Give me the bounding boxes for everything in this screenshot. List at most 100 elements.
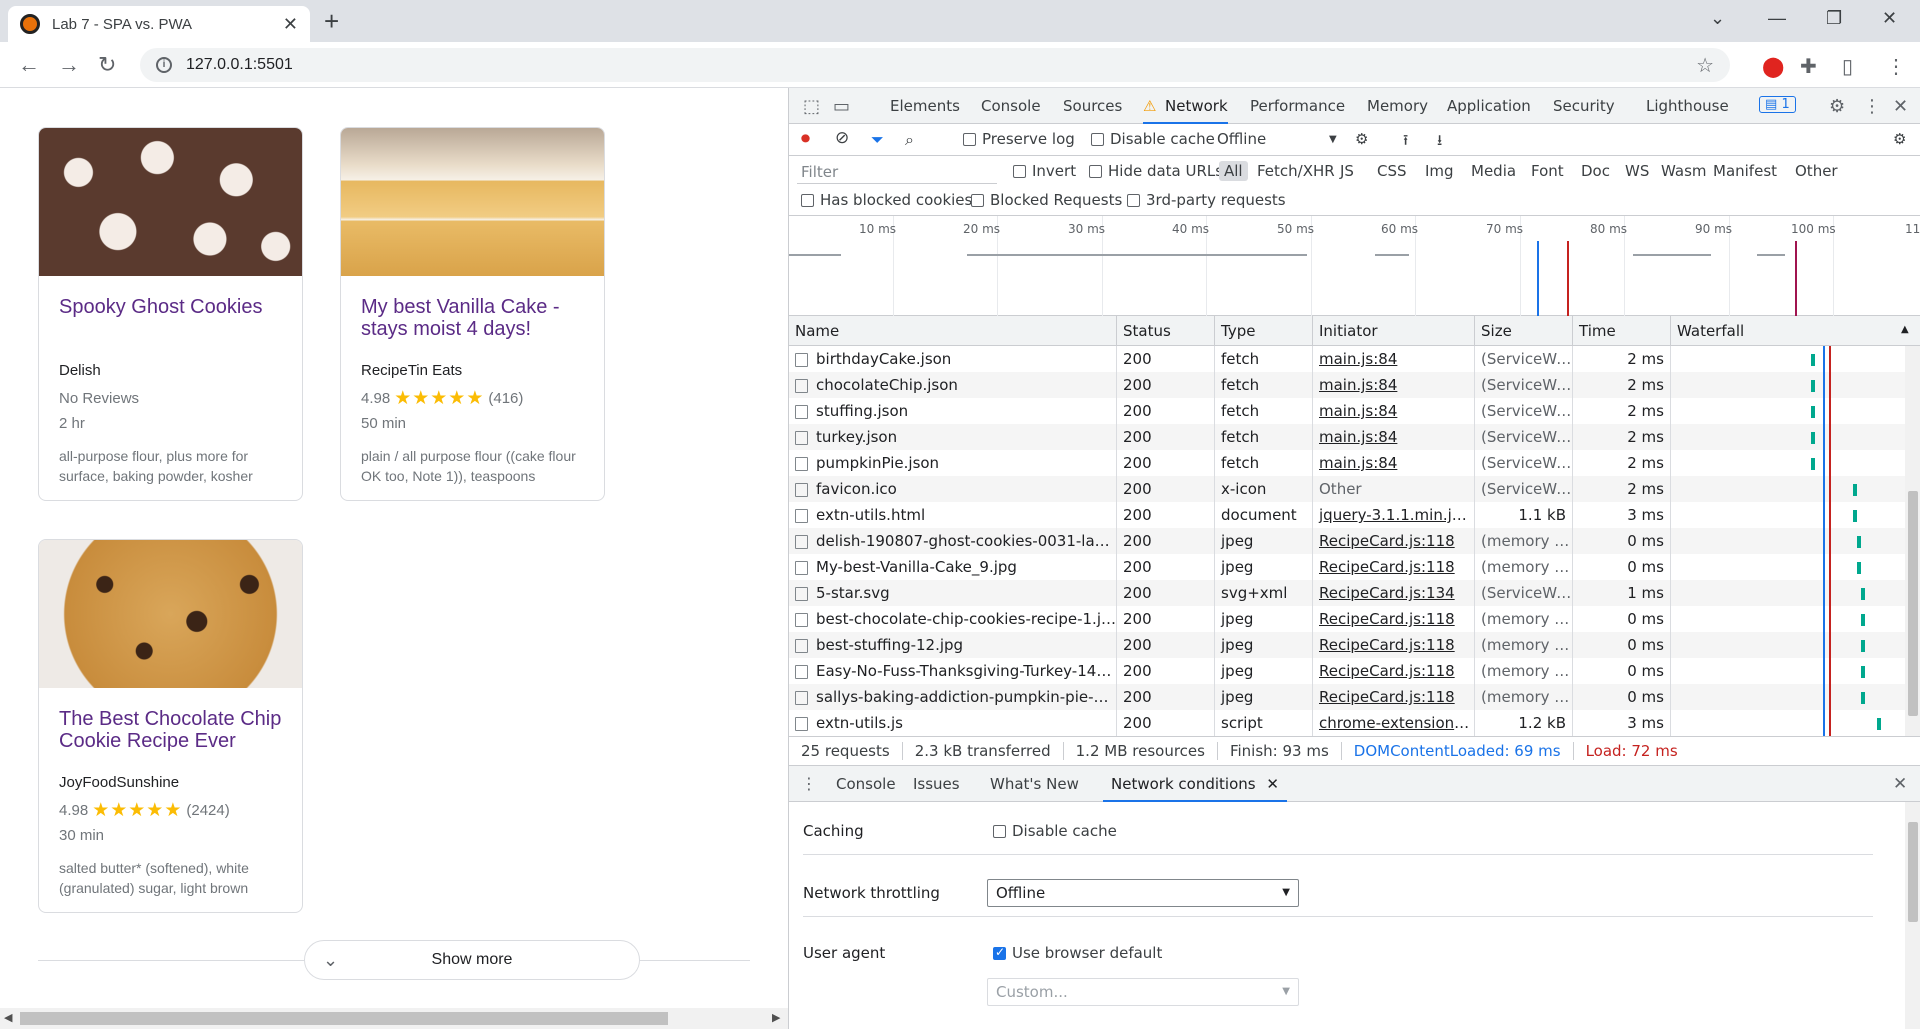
close-drawer-icon[interactable]: ✕ bbox=[1893, 774, 1907, 794]
clear-icon[interactable]: ⊘ bbox=[835, 128, 849, 148]
tab-application[interactable]: Application bbox=[1447, 88, 1531, 124]
cell-initiator[interactable]: RecipeCard.js:118 bbox=[1313, 606, 1475, 632]
third-party-checkbox[interactable] bbox=[1127, 193, 1140, 207]
recipe-title[interactable]: The Best Chocolate Chip Cookie Recipe Ev… bbox=[39, 688, 302, 764]
cell-initiator[interactable]: chrome-extension://... bbox=[1313, 710, 1475, 736]
filter-type-doc[interactable]: Doc bbox=[1581, 162, 1610, 180]
invert-toggle[interactable]: Invert bbox=[1013, 162, 1076, 180]
scrollbar-thumb[interactable] bbox=[1908, 491, 1918, 716]
preserve-log-checkbox[interactable] bbox=[963, 132, 976, 146]
search-icon[interactable]: ⌕ bbox=[905, 130, 914, 150]
wifi-settings-icon[interactable]: ⚙ bbox=[1355, 130, 1368, 148]
network-settings-icon[interactable]: ⚙ bbox=[1893, 130, 1906, 148]
scroll-left-icon[interactable]: ◀ bbox=[4, 1011, 12, 1024]
recipe-card[interactable]: The Best Chocolate Chip Cookie Recipe Ev… bbox=[38, 539, 303, 913]
hide-data-urls-checkbox[interactable] bbox=[1089, 164, 1102, 178]
new-tab-button[interactable]: + bbox=[324, 8, 339, 34]
tab-search-icon[interactable]: ⌄ bbox=[1710, 8, 1725, 29]
cell-initiator[interactable]: RecipeCard.js:118 bbox=[1313, 554, 1475, 580]
table-row[interactable]: chocolateChip.json 200 fetch main.js:84 (Ser… bbox=[789, 372, 1905, 398]
menu-icon[interactable]: ⋮ bbox=[1886, 54, 1906, 79]
drawer-menu-icon[interactable]: ⋮ bbox=[801, 774, 817, 793]
device-toolbar-icon[interactable]: ▭ bbox=[833, 96, 850, 117]
close-window-button[interactable]: ✕ bbox=[1882, 8, 1897, 29]
cell-initiator[interactable]: RecipeCard.js:118 bbox=[1313, 684, 1475, 710]
filter-type-wasm[interactable]: Wasm bbox=[1661, 162, 1707, 180]
blocked-requests-checkbox[interactable] bbox=[971, 193, 984, 207]
filter-icon[interactable]: ⏷ bbox=[871, 130, 884, 150]
table-row[interactable]: My-best-Vanilla-Cake_9.jpg 200 jpeg RecipeC… bbox=[789, 554, 1905, 580]
table-row[interactable]: 5-star.svg 200 svg+xml RecipeCard.js:134 (Se… bbox=[789, 580, 1905, 606]
export-har-icon[interactable]: ⭳ bbox=[1437, 130, 1442, 155]
recipe-card[interactable]: Spooky Ghost Cookies Delish No Reviews 2… bbox=[38, 127, 303, 501]
filter-type-all[interactable]: All bbox=[1219, 161, 1248, 181]
horizontal-scrollbar[interactable]: ◀ ▶ bbox=[0, 1008, 788, 1029]
table-row[interactable]: best-stuffing-12.jpg 200 jpeg RecipeCard.js… bbox=[789, 632, 1905, 658]
filter-type-media[interactable]: Media bbox=[1471, 162, 1516, 180]
filter-type-manifest[interactable]: Manifest bbox=[1713, 162, 1777, 180]
recipe-title[interactable]: Spooky Ghost Cookies bbox=[39, 276, 302, 352]
cell-initiator[interactable]: RecipeCard.js:134 bbox=[1313, 580, 1475, 606]
cell-initiator[interactable]: jquery-3.1.1.min.js:3 bbox=[1313, 502, 1475, 528]
disable-cache-checkbox[interactable] bbox=[993, 824, 1006, 838]
table-row[interactable]: best-chocolate-chip-cookies-recipe-1.jpg… bbox=[789, 606, 1905, 632]
table-row[interactable]: birthdayCake.json 200 fetch main.js:84 (Serv… bbox=[789, 346, 1905, 372]
drawer-tab-console[interactable]: Console bbox=[836, 766, 896, 802]
blocked-cookies-toggle[interactable]: Has blocked cookies bbox=[801, 191, 972, 209]
issues-badge[interactable]: ▤ 1 bbox=[1759, 96, 1796, 113]
filter-type-other[interactable]: Other bbox=[1795, 162, 1838, 180]
minimize-button[interactable]: — bbox=[1768, 8, 1786, 29]
recipe-title[interactable]: My best Vanilla Cake - stays moist 4 day… bbox=[341, 276, 604, 352]
close-tab-icon[interactable]: ✕ bbox=[283, 14, 298, 35]
invert-checkbox[interactable] bbox=[1013, 164, 1026, 178]
blocked-requests-toggle[interactable]: Blocked Requests bbox=[971, 191, 1122, 209]
more-options-icon[interactable]: ⋮ bbox=[1863, 96, 1881, 117]
filter-type-fetch[interactable]: Fetch/XHR bbox=[1257, 162, 1335, 180]
network-overview[interactable]: 10 ms 20 ms 30 ms 40 ms 50 ms 60 ms 70 m… bbox=[789, 216, 1920, 316]
hide-data-urls-toggle[interactable]: Hide data URLs bbox=[1089, 162, 1223, 180]
disable-cache-toggle[interactable]: Disable cache bbox=[993, 822, 1117, 840]
address-bar[interactable]: i 127.0.0.1:5501 ☆ bbox=[140, 48, 1730, 82]
third-party-toggle[interactable]: 3rd-party requests bbox=[1127, 191, 1286, 209]
tab-memory[interactable]: Memory bbox=[1367, 88, 1428, 124]
column-time[interactable]: Time bbox=[1573, 316, 1671, 346]
filter-input[interactable]: Filter bbox=[797, 160, 997, 184]
tab-elements[interactable]: Elements bbox=[890, 88, 960, 124]
table-row[interactable]: favicon.ico 200 x-icon Other (ServiceWo... 2 … bbox=[789, 476, 1905, 502]
table-row[interactable]: turkey.json 200 fetch main.js:84 (ServiceWo.… bbox=[789, 424, 1905, 450]
import-har-icon[interactable]: ⭱ bbox=[1403, 130, 1408, 155]
column-waterfall[interactable]: Waterfall bbox=[1671, 316, 1920, 346]
tab-sources[interactable]: Sources bbox=[1063, 88, 1122, 124]
ua-default-checkbox[interactable] bbox=[993, 945, 1006, 960]
filter-type-img[interactable]: Img bbox=[1425, 162, 1454, 180]
recipe-card[interactable]: My best Vanilla Cake - stays moist 4 day… bbox=[340, 127, 605, 501]
table-row[interactable]: extn-utils.html 200 document jquery-3.1.1.m… bbox=[789, 502, 1905, 528]
table-row[interactable]: sallys-baking-addiction-pumpkin-pie-2.jp… bbox=[789, 684, 1905, 710]
filter-type-font[interactable]: Font bbox=[1531, 162, 1564, 180]
drawer-tab-network-conditions[interactable]: Network conditions ✕ bbox=[1103, 766, 1287, 802]
cell-initiator[interactable]: main.js:84 bbox=[1313, 450, 1475, 476]
close-tab-icon[interactable]: ✕ bbox=[1266, 775, 1279, 793]
show-more-button[interactable]: ⌄ Show more bbox=[304, 940, 640, 980]
column-size[interactable]: Size bbox=[1475, 316, 1573, 346]
tab-network[interactable]: ⚠ Network bbox=[1143, 88, 1228, 124]
column-name[interactable]: Name bbox=[789, 316, 1117, 346]
drawer-tab-whats-new[interactable]: What's New bbox=[990, 766, 1079, 802]
reload-icon[interactable]: ↻ bbox=[98, 52, 116, 78]
extension-opera-icon[interactable]: ⬤ bbox=[1762, 54, 1784, 79]
browser-tab[interactable]: Lab 7 - SPA vs. PWA ✕ bbox=[8, 6, 310, 42]
table-scrollbar[interactable] bbox=[1905, 346, 1920, 736]
table-row[interactable]: delish-190807-ghost-cookies-0031-lands..… bbox=[789, 528, 1905, 554]
ua-default-toggle[interactable]: Use browser default bbox=[993, 944, 1162, 962]
column-initiator[interactable]: Initiator bbox=[1313, 316, 1475, 346]
drawer-scrollbar[interactable] bbox=[1905, 802, 1920, 1029]
throttling-select[interactable]: Offline ▼ bbox=[987, 879, 1299, 907]
cell-initiator[interactable]: main.js:84 bbox=[1313, 372, 1475, 398]
sort-ascending-icon[interactable]: ▲ bbox=[1901, 324, 1909, 335]
blocked-cookies-checkbox[interactable] bbox=[801, 193, 814, 207]
tab-security[interactable]: Security bbox=[1553, 88, 1615, 124]
cell-initiator[interactable]: main.js:84 bbox=[1313, 346, 1475, 372]
preserve-log-toggle[interactable]: Preserve log bbox=[963, 130, 1075, 148]
cell-initiator[interactable]: RecipeCard.js:118 bbox=[1313, 528, 1475, 554]
disable-cache-checkbox[interactable] bbox=[1091, 132, 1104, 146]
